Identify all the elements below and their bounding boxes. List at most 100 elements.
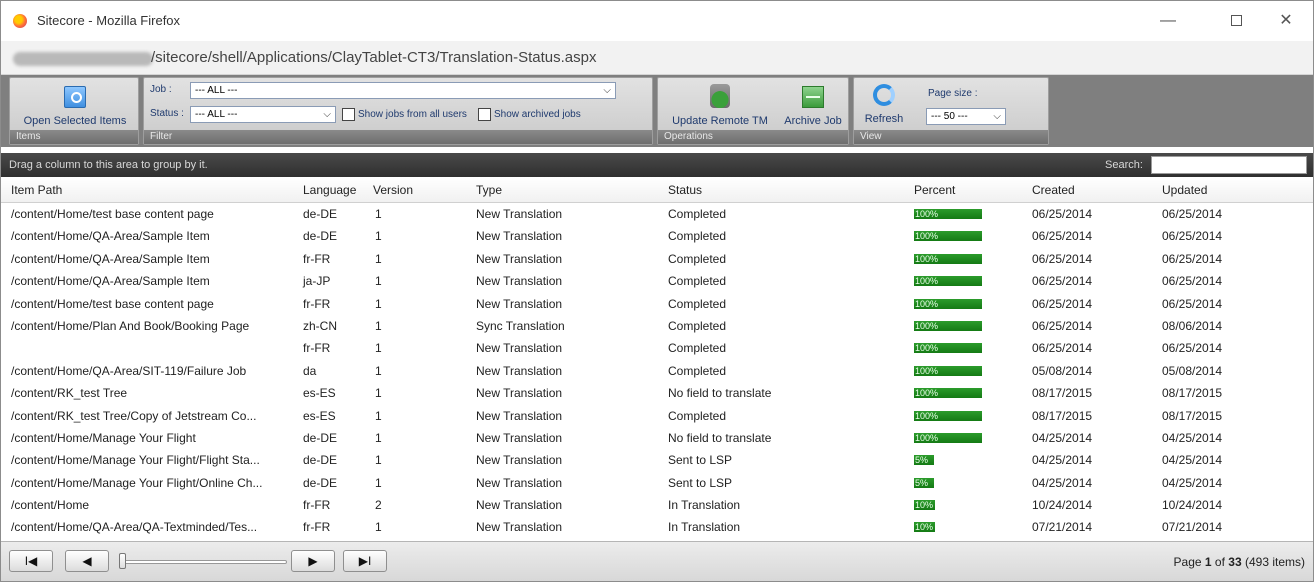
- open-items-icon: [64, 86, 86, 108]
- cell-item-path: /content/Home: [11, 498, 90, 513]
- cell-updated: 10/24/2014: [1162, 498, 1223, 513]
- cell-version: 1: [375, 453, 382, 468]
- cell-updated: 06/25/2014: [1162, 296, 1223, 311]
- cell-updated: 05/08/2014: [1162, 363, 1223, 378]
- first-page-button[interactable]: I◀: [9, 550, 53, 572]
- cell-type: New Translation: [476, 341, 563, 356]
- cell-type: New Translation: [476, 430, 563, 445]
- column-header-version[interactable]: Version: [373, 183, 413, 197]
- table-row[interactable]: /content/Home/Manage Your Flight/Online …: [1, 472, 1313, 494]
- address-bar[interactable]: /sitecore/shell/Applications/ClayTablet-…: [1, 41, 1313, 75]
- cell-item-path: /content/Home/test base content page: [11, 207, 214, 221]
- chevron-down-icon: ⌵: [993, 111, 1001, 122]
- percent-bar-fill: 100%: [914, 231, 982, 242]
- pager: I◀ ◀ ▶ ▶I Page 1 of 33 (493 items): [1, 541, 1313, 581]
- cell-item-path: /content/Home/Manage Your Flight/Online …: [11, 475, 263, 490]
- status-select[interactable]: --- ALL --- ⌵: [190, 106, 336, 123]
- archive-job-label: Archive Job: [784, 115, 842, 127]
- table-row[interactable]: /content/RK_test Tree/Copy of Jetstream …: [1, 405, 1313, 427]
- table-row[interactable]: /content/Home/QA-Area/QA-Textminded/Tes.…: [1, 516, 1313, 538]
- search-input[interactable]: [1151, 156, 1307, 174]
- table-row[interactable]: /content/Home/Manage Your Flight de-DE 1 Ne…: [1, 427, 1313, 449]
- next-page-button[interactable]: ▶: [291, 550, 335, 572]
- cell-language: de-DE: [303, 229, 338, 244]
- cell-created: 08/17/2015: [1032, 408, 1093, 423]
- redacted-host: [13, 52, 153, 66]
- maximize-button[interactable]: [1213, 7, 1259, 35]
- previous-page-button[interactable]: ◀: [65, 550, 109, 572]
- refresh-button[interactable]: Refresh: [858, 84, 910, 125]
- percent-bar-fill: 100%: [914, 343, 982, 354]
- column-header-updated[interactable]: Updated: [1162, 183, 1207, 197]
- page-slider-thumb[interactable]: [119, 553, 126, 569]
- cell-status: Completed: [668, 363, 727, 378]
- percent-label: 100%: [915, 410, 939, 421]
- show-archived-checkbox[interactable]: [478, 108, 491, 121]
- minimize-button[interactable]: —: [1145, 7, 1191, 35]
- column-header-percent[interactable]: Percent: [914, 183, 955, 197]
- show-archived-label: Show archived jobs: [494, 109, 581, 120]
- show-all-users-checkbox[interactable]: [342, 108, 355, 121]
- column-header-status[interactable]: Status: [668, 183, 702, 197]
- percent-bar: 10%: [914, 522, 982, 533]
- percent-bar-fill: 5%: [914, 455, 934, 466]
- percent-label: 5%: [915, 477, 929, 488]
- table-row[interactable]: /content/RK_test Tree es-ES 1 New Translati…: [1, 382, 1313, 404]
- table-row[interactable]: /content/Home/QA-Area/Sample Item ja-JP 1 N…: [1, 270, 1313, 292]
- table-row[interactable]: /content/Home fr-FR 2 New Translation In Tra…: [1, 494, 1313, 516]
- cell-updated: 04/25/2014: [1162, 453, 1223, 468]
- percent-bar-fill: 100%: [914, 410, 982, 421]
- column-header-created[interactable]: Created: [1032, 183, 1075, 197]
- update-remote-tm-button[interactable]: Update Remote TM: [662, 84, 778, 127]
- cell-type: New Translation: [476, 475, 563, 490]
- page-size-select[interactable]: --- 50 --- ⌵: [926, 108, 1006, 125]
- cell-version: 1: [375, 296, 382, 311]
- search-label: Search:: [1105, 159, 1143, 171]
- cell-created: 05/08/2014: [1032, 363, 1093, 378]
- cell-type: New Translation: [476, 386, 563, 401]
- page-prefix: Page: [1173, 555, 1205, 569]
- cell-language: de-DE: [303, 430, 338, 445]
- cell-updated: 08/17/2015: [1162, 408, 1223, 423]
- table-row[interactable]: /content/Home/Plan And Book/Booking Page…: [1, 315, 1313, 337]
- refresh-icon: [873, 84, 895, 106]
- column-header-item-path[interactable]: Item Path: [11, 183, 62, 197]
- percent-bar-fill: 10%: [914, 500, 935, 511]
- table-row[interactable]: /content/Home/QA-Area/Sample Item fr-FR 1 N…: [1, 248, 1313, 270]
- cell-created: 08/17/2015: [1032, 386, 1093, 401]
- table-row[interactable]: /content/Home/test base content page fr-F…: [1, 293, 1313, 315]
- percent-label: 100%: [915, 320, 939, 331]
- cell-language: fr-FR: [303, 251, 331, 266]
- url-path: /sitecore/shell/Applications/ClayTablet-…: [151, 49, 597, 66]
- column-header-type[interactable]: Type: [476, 183, 502, 197]
- cell-type: New Translation: [476, 453, 563, 468]
- table-row[interactable]: /content/Home/QA-Area/SIT-119/Failure Jo…: [1, 360, 1313, 382]
- table-row[interactable]: fr-FR 1 New Translation Completed 06/25/2014…: [1, 337, 1313, 359]
- close-button[interactable]: ✕: [1263, 7, 1309, 35]
- cell-updated: 06/25/2014: [1162, 229, 1223, 244]
- job-select[interactable]: --- ALL --- ⌵: [190, 82, 616, 99]
- table-row[interactable]: /content/Home/Manage Your Flight/Flight …: [1, 449, 1313, 471]
- cell-updated: 06/25/2014: [1162, 274, 1223, 289]
- cell-status: In Translation: [668, 498, 741, 513]
- column-header-language[interactable]: Language: [303, 183, 356, 197]
- percent-bar-fill: 100%: [914, 298, 982, 309]
- cell-item-path: /content/Home/QA-Area/Sample Item: [11, 251, 210, 266]
- percent-bar: 100%: [914, 231, 982, 242]
- table-row[interactable]: /content/Home/QA-Area/Sample Item de-DE 1 N…: [1, 225, 1313, 247]
- chevron-down-icon: ⌵: [603, 85, 611, 96]
- archive-job-button[interactable]: Archive Job: [780, 86, 846, 127]
- page-slider-track[interactable]: [119, 560, 287, 564]
- archive-icon: [802, 86, 824, 108]
- table-row[interactable]: /content/Home/test base content page de-D…: [1, 203, 1313, 225]
- open-selected-items-button[interactable]: Open Selected Items: [16, 86, 134, 127]
- refresh-label: Refresh: [864, 113, 904, 125]
- percent-label: 100%: [915, 388, 939, 399]
- group-by-area[interactable]: Drag a column to this area to group by i…: [1, 153, 1313, 177]
- cell-version: 1: [375, 520, 382, 535]
- last-page-button[interactable]: ▶I: [343, 550, 387, 572]
- cell-type: New Translation: [476, 520, 563, 535]
- cell-language: de-DE: [303, 453, 338, 468]
- title-bar: Sitecore - Mozilla Firefox — ✕: [1, 1, 1313, 41]
- items-group: Open Selected Items Items: [9, 77, 139, 145]
